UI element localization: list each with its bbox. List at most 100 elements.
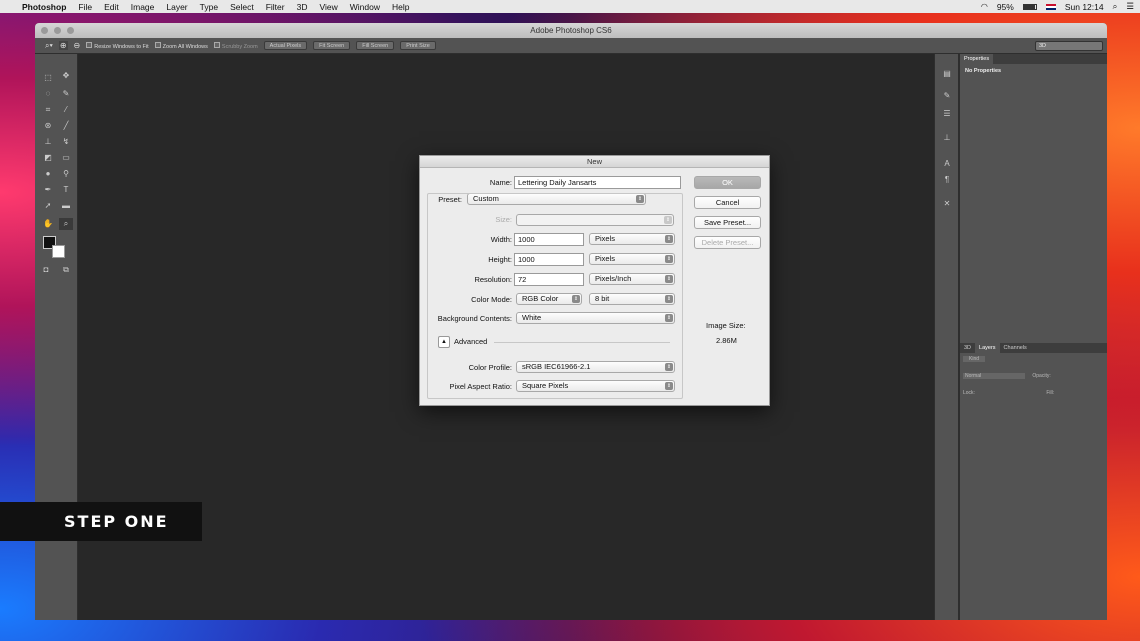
paragraph-icon[interactable]: ¶ xyxy=(940,174,954,186)
fit-screen-button[interactable]: Fit Screen xyxy=(313,41,351,50)
size-select[interactable]: ⇕ xyxy=(516,214,674,226)
window-titlebar: Adobe Photoshop CS6 xyxy=(35,23,1107,38)
print-size-button[interactable]: Print Size xyxy=(400,41,436,50)
eraser-tool-icon[interactable]: ◩ xyxy=(41,152,55,164)
save-preset-button[interactable]: Save Preset... xyxy=(694,216,761,229)
ok-button[interactable]: OK xyxy=(694,176,761,189)
resize-windows-checkbox[interactable]: Resize Windows to Fit xyxy=(86,41,149,50)
tab-layers[interactable]: Layers xyxy=(975,343,1000,353)
workspace-select[interactable]: 3D xyxy=(1035,41,1103,51)
resolution-label: Resolution: xyxy=(474,275,512,284)
scrubby-zoom-checkbox[interactable]: Scrubby Zoom xyxy=(213,41,258,50)
color-profile-select[interactable]: sRGB IEC61966-2.1 ⇕ xyxy=(516,361,675,373)
menu-type[interactable]: Type xyxy=(200,2,218,12)
menu-filter[interactable]: Filter xyxy=(266,2,285,12)
resolution-input[interactable] xyxy=(514,273,584,286)
history-icon[interactable]: ▤ xyxy=(940,68,954,80)
gradient-tool-icon[interactable]: ▭ xyxy=(59,152,73,164)
panels-column: Properties No Properties 3D Layers Chann… xyxy=(960,54,1107,620)
menu-bar: Photoshop File Edit Image Layer Type Sel… xyxy=(0,0,1140,13)
height-unit-select[interactable]: Pixels ⇕ xyxy=(589,253,675,265)
lock-label: Lock: xyxy=(963,390,975,396)
step-banner: STEP ONE xyxy=(0,502,202,541)
chevron-updown-icon: ⇕ xyxy=(665,255,673,263)
blend-mode-select[interactable]: Normal xyxy=(963,373,1025,379)
menu-select[interactable]: Select xyxy=(230,2,254,12)
eyedropper-tool-icon[interactable]: ⁄ xyxy=(59,104,73,116)
zoom-in-icon[interactable]: ⊕ xyxy=(58,41,68,50)
delete-preset-button[interactable]: Delete Preset... xyxy=(694,236,761,249)
clock[interactable]: Sun 12:14 xyxy=(1065,2,1104,12)
resolution-unit-select[interactable]: Pixels/Inch ⇕ xyxy=(589,273,675,285)
path-select-tool-icon[interactable]: ➚ xyxy=(41,200,55,212)
crop-tool-icon[interactable]: ⌗ xyxy=(41,104,55,116)
options-bar: ⌕▾ ⊕ ⊖ Resize Windows to Fit Zoom All Wi… xyxy=(35,38,1107,54)
menu-view[interactable]: View xyxy=(319,2,337,12)
zoom-window-button[interactable] xyxy=(67,27,74,34)
blur-tool-icon[interactable]: ● xyxy=(41,168,55,180)
dodge-tool-icon[interactable]: ⚲ xyxy=(59,168,73,180)
menu-3d[interactable]: 3D xyxy=(297,2,308,12)
zoom-tool-icon[interactable]: ⌕ xyxy=(59,218,73,230)
tools-preset-icon[interactable]: ✕ xyxy=(940,198,954,210)
move-tool-icon[interactable]: ✥ xyxy=(59,70,73,82)
tab-3d[interactable]: 3D xyxy=(960,343,975,353)
wifi-icon[interactable]: ◠ xyxy=(981,2,988,11)
character-icon[interactable]: A xyxy=(940,158,954,170)
menu-photoshop[interactable]: Photoshop xyxy=(22,2,66,12)
blend-row: Normal Opacity: xyxy=(963,373,1103,379)
bit-depth-select[interactable]: 8 bit ⇕ xyxy=(589,293,675,305)
new-document-dialog: New Name: Preset: Custom⇕ Size: ⇕ Width:… xyxy=(419,155,770,406)
healing-tool-icon[interactable]: ⊛ xyxy=(41,120,55,132)
marquee-tool-icon[interactable]: ⬚ xyxy=(41,72,55,84)
name-input[interactable] xyxy=(514,176,681,189)
minimize-window-button[interactable] xyxy=(54,27,61,34)
menu-window[interactable]: Window xyxy=(350,2,380,12)
clone-source-icon[interactable]: ⊥ xyxy=(940,132,954,144)
quick-mask-icon[interactable]: ◘ xyxy=(39,264,53,276)
brush-preset-icon[interactable]: ✎ xyxy=(940,90,954,102)
background-color-swatch[interactable] xyxy=(52,245,65,258)
notification-icon[interactable]: ☰ xyxy=(1126,1,1134,12)
size-label: Size: xyxy=(495,215,512,224)
stamp-tool-icon[interactable]: ⊥ xyxy=(41,136,55,148)
battery-icon[interactable] xyxy=(1022,3,1037,10)
hand-tool-icon[interactable]: ✋ xyxy=(41,218,55,230)
menu-file[interactable]: File xyxy=(78,2,92,12)
type-tool-icon[interactable]: T xyxy=(59,184,73,196)
zoom-all-checkbox[interactable]: Zoom All Windows xyxy=(154,41,208,50)
zoom-out-icon[interactable]: ⊖ xyxy=(74,41,81,50)
history-brush-tool-icon[interactable]: ↯ xyxy=(59,136,73,148)
actual-pixels-button[interactable]: Actual Pixels xyxy=(263,41,308,50)
brush-tool-icon[interactable]: ╱ xyxy=(59,120,73,132)
width-input[interactable] xyxy=(514,233,584,246)
color-mode-select[interactable]: RGB Color ⇕ xyxy=(516,293,582,305)
layer-kind-select[interactable]: Kind xyxy=(963,356,986,362)
quick-select-tool-icon[interactable]: ✎ xyxy=(59,88,73,100)
pen-tool-icon[interactable]: ✒ xyxy=(41,184,55,196)
flag-icon[interactable] xyxy=(1045,3,1056,10)
width-unit-select[interactable]: Pixels ⇕ xyxy=(589,233,675,245)
close-window-button[interactable] xyxy=(41,27,48,34)
pixel-aspect-select[interactable]: Square Pixels ⇕ xyxy=(516,380,675,392)
menu-help[interactable]: Help xyxy=(392,2,409,12)
zoom-tool-icon[interactable]: ⌕▾ xyxy=(45,41,53,51)
background-contents-select[interactable]: White ⇕ xyxy=(516,312,675,324)
menu-image[interactable]: Image xyxy=(131,2,155,12)
chevron-updown-icon: ⇕ xyxy=(665,275,673,283)
menu-edit[interactable]: Edit xyxy=(104,2,119,12)
adjustments-icon[interactable]: ☰ xyxy=(940,108,954,120)
tab-channels[interactable]: Channels xyxy=(1000,343,1031,353)
fill-screen-button[interactable]: Fill Screen xyxy=(356,41,395,50)
tab-properties[interactable]: Properties xyxy=(960,54,994,64)
height-input[interactable] xyxy=(514,253,584,266)
shape-tool-icon[interactable]: ▬ xyxy=(59,200,73,212)
advanced-toggle-icon[interactable]: ▲ xyxy=(438,336,450,348)
image-size-value: 2.86M xyxy=(716,336,737,345)
battery-percent[interactable]: 95% xyxy=(997,2,1014,12)
screen-mode-icon[interactable]: ⧉ xyxy=(59,264,73,276)
cancel-button[interactable]: Cancel xyxy=(694,196,761,209)
spotlight-icon[interactable]: ⌕ xyxy=(1113,1,1118,12)
lasso-tool-icon[interactable]: ◌ xyxy=(41,88,55,100)
menu-layer[interactable]: Layer xyxy=(166,2,187,12)
